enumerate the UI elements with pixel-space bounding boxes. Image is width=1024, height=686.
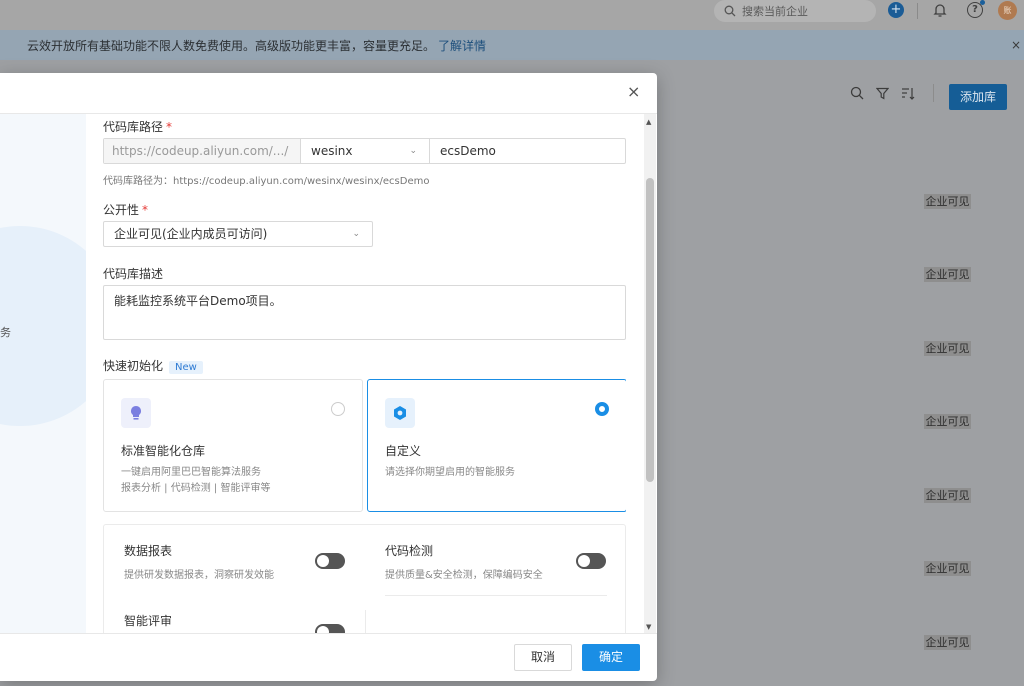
visibility-value: 企业可见(企业内成员可访问)	[114, 227, 268, 241]
repo-path-prefix: https://codeup.aliyun.com/.../	[104, 139, 301, 163]
sort-icon[interactable]	[901, 87, 915, 100]
footer-divider	[0, 633, 657, 634]
quick-init-label: 快速初始化 New	[103, 357, 203, 374]
visibility-tag: 企业可见	[924, 341, 971, 356]
add-repository-button[interactable]: 添加库	[949, 84, 1007, 110]
search-placeholder: 搜索当前企业	[742, 5, 808, 18]
description-label: 代码库描述	[103, 267, 164, 281]
repo-path-hint: 代码库路径为：https://codeup.aliyun.com/wesinx/…	[103, 176, 430, 187]
card-description: 请选择你期望启用的智能服务	[385, 465, 515, 481]
required-mark: *	[166, 120, 173, 134]
filter-icon[interactable]	[876, 87, 889, 100]
code-check-toggle[interactable]	[576, 553, 606, 569]
visibility-tag: 企业可见	[924, 267, 971, 282]
visibility-tag: 企业可见	[924, 414, 971, 429]
bell-icon[interactable]	[933, 2, 947, 18]
scroll-up-arrow-icon[interactable]: ▲	[646, 118, 651, 126]
card-desc-line: 一键启用阿里巴巴智能算法服务	[121, 467, 261, 478]
create-repository-dialog: × 务 代码库路径 * https://codeup.aliyun.com/...…	[0, 73, 657, 681]
review-toggle[interactable]	[315, 624, 345, 633]
required-mark: *	[142, 203, 149, 217]
notification-dot	[980, 0, 985, 5]
quick-init-label-text: 快速初始化	[103, 359, 164, 373]
card-title: 标准智能化仓库	[121, 444, 206, 458]
repo-path-label: 代码库路径 *	[103, 118, 172, 135]
namespace-select[interactable]: wesinx ⌄	[301, 139, 430, 163]
card-desc-line: 报表分析 | 代码检测 | 智能评审等	[121, 483, 271, 494]
namespace-value: wesinx	[311, 144, 353, 158]
search-icon[interactable]	[850, 86, 864, 100]
dialog-side-panel: 务	[0, 114, 86, 633]
enterprise-search[interactable]: 搜索当前企业	[714, 0, 876, 22]
report-toggle[interactable]	[315, 553, 345, 569]
decorative-circle	[0, 226, 86, 426]
template-radio-custom[interactable]	[595, 402, 609, 416]
top-navigation-bar: 搜索当前企业 + ? 账	[0, 0, 1024, 30]
repo-path-label-text: 代码库路径	[103, 120, 164, 134]
confirm-button[interactable]: 确定	[582, 644, 640, 671]
card-description: 一键启用阿里巴巴智能算法服务 报表分析 | 代码检测 | 智能评审等	[121, 465, 270, 497]
service-divider	[365, 610, 366, 633]
repository-form: 代码库路径 * https://codeup.aliyun.com/.../ we…	[103, 114, 626, 633]
template-card-standard[interactable]: 标准智能化仓库 一键启用阿里巴巴智能算法服务 报表分析 | 代码检测 | 智能评…	[103, 379, 363, 512]
new-badge: New	[169, 361, 203, 374]
visibility-tag: 企业可见	[924, 488, 971, 503]
side-panel-text: 务	[0, 326, 11, 339]
visibility-tag: 企业可见	[924, 194, 971, 209]
repo-name-input[interactable]: ecsDemo	[430, 139, 625, 163]
close-icon[interactable]: ×	[627, 84, 641, 100]
visibility-select[interactable]: 企业可见(企业内成员可访问) ⌄	[103, 221, 373, 247]
description-textarea[interactable]: 能耗监控系统平台Demo项目。	[103, 285, 626, 340]
toolbar-divider	[933, 84, 934, 102]
visibility-tag: 企业可见	[924, 635, 971, 650]
chevron-down-icon: ⌄	[409, 146, 417, 156]
card-desc-line: 请选择你期望启用的智能服务	[385, 467, 515, 478]
notice-close-icon[interactable]: ×	[1011, 38, 1021, 52]
create-plus-icon[interactable]: +	[888, 2, 904, 18]
list-toolbar	[850, 84, 940, 102]
visibility-tag: 企业可见	[924, 561, 971, 576]
service-options-panel: 数据报表 提供研发数据报表，洞察研发效能 代码检测 提供质量&安全检测，保障编码…	[103, 524, 626, 633]
user-avatar[interactable]: 账	[998, 1, 1017, 20]
notice-text: 云效开放所有基础功能不限人数免费使用。高级版功能更丰富，容量更充足。	[27, 38, 436, 53]
bulb-icon	[121, 398, 151, 428]
template-card-custom[interactable]: 自定义 请选择你期望启用的智能服务	[367, 379, 626, 512]
form-scrollbar[interactable]: ▲ ▼	[644, 114, 656, 633]
search-icon	[724, 5, 736, 17]
cancel-button[interactable]: 取消	[514, 644, 572, 671]
visibility-label-text: 公开性	[103, 203, 140, 217]
card-title: 自定义	[385, 444, 422, 458]
hexagon-icon	[385, 398, 415, 428]
template-radio-standard[interactable]	[331, 402, 345, 416]
repo-path-input-group: https://codeup.aliyun.com/.../ wesinx ⌄ …	[103, 138, 626, 164]
notice-learn-more-link[interactable]: 了解详情	[438, 37, 486, 54]
notice-banner: 云效开放所有基础功能不限人数免费使用。高级版功能更丰富，容量更充足。 了解详情 …	[0, 30, 1024, 60]
visibility-label: 公开性 *	[103, 201, 148, 218]
scroll-down-arrow-icon[interactable]: ▼	[646, 623, 651, 631]
toolbar-divider	[917, 3, 918, 19]
service-divider	[385, 595, 607, 596]
chevron-down-icon: ⌄	[352, 229, 360, 239]
scroll-thumb[interactable]	[646, 178, 654, 482]
